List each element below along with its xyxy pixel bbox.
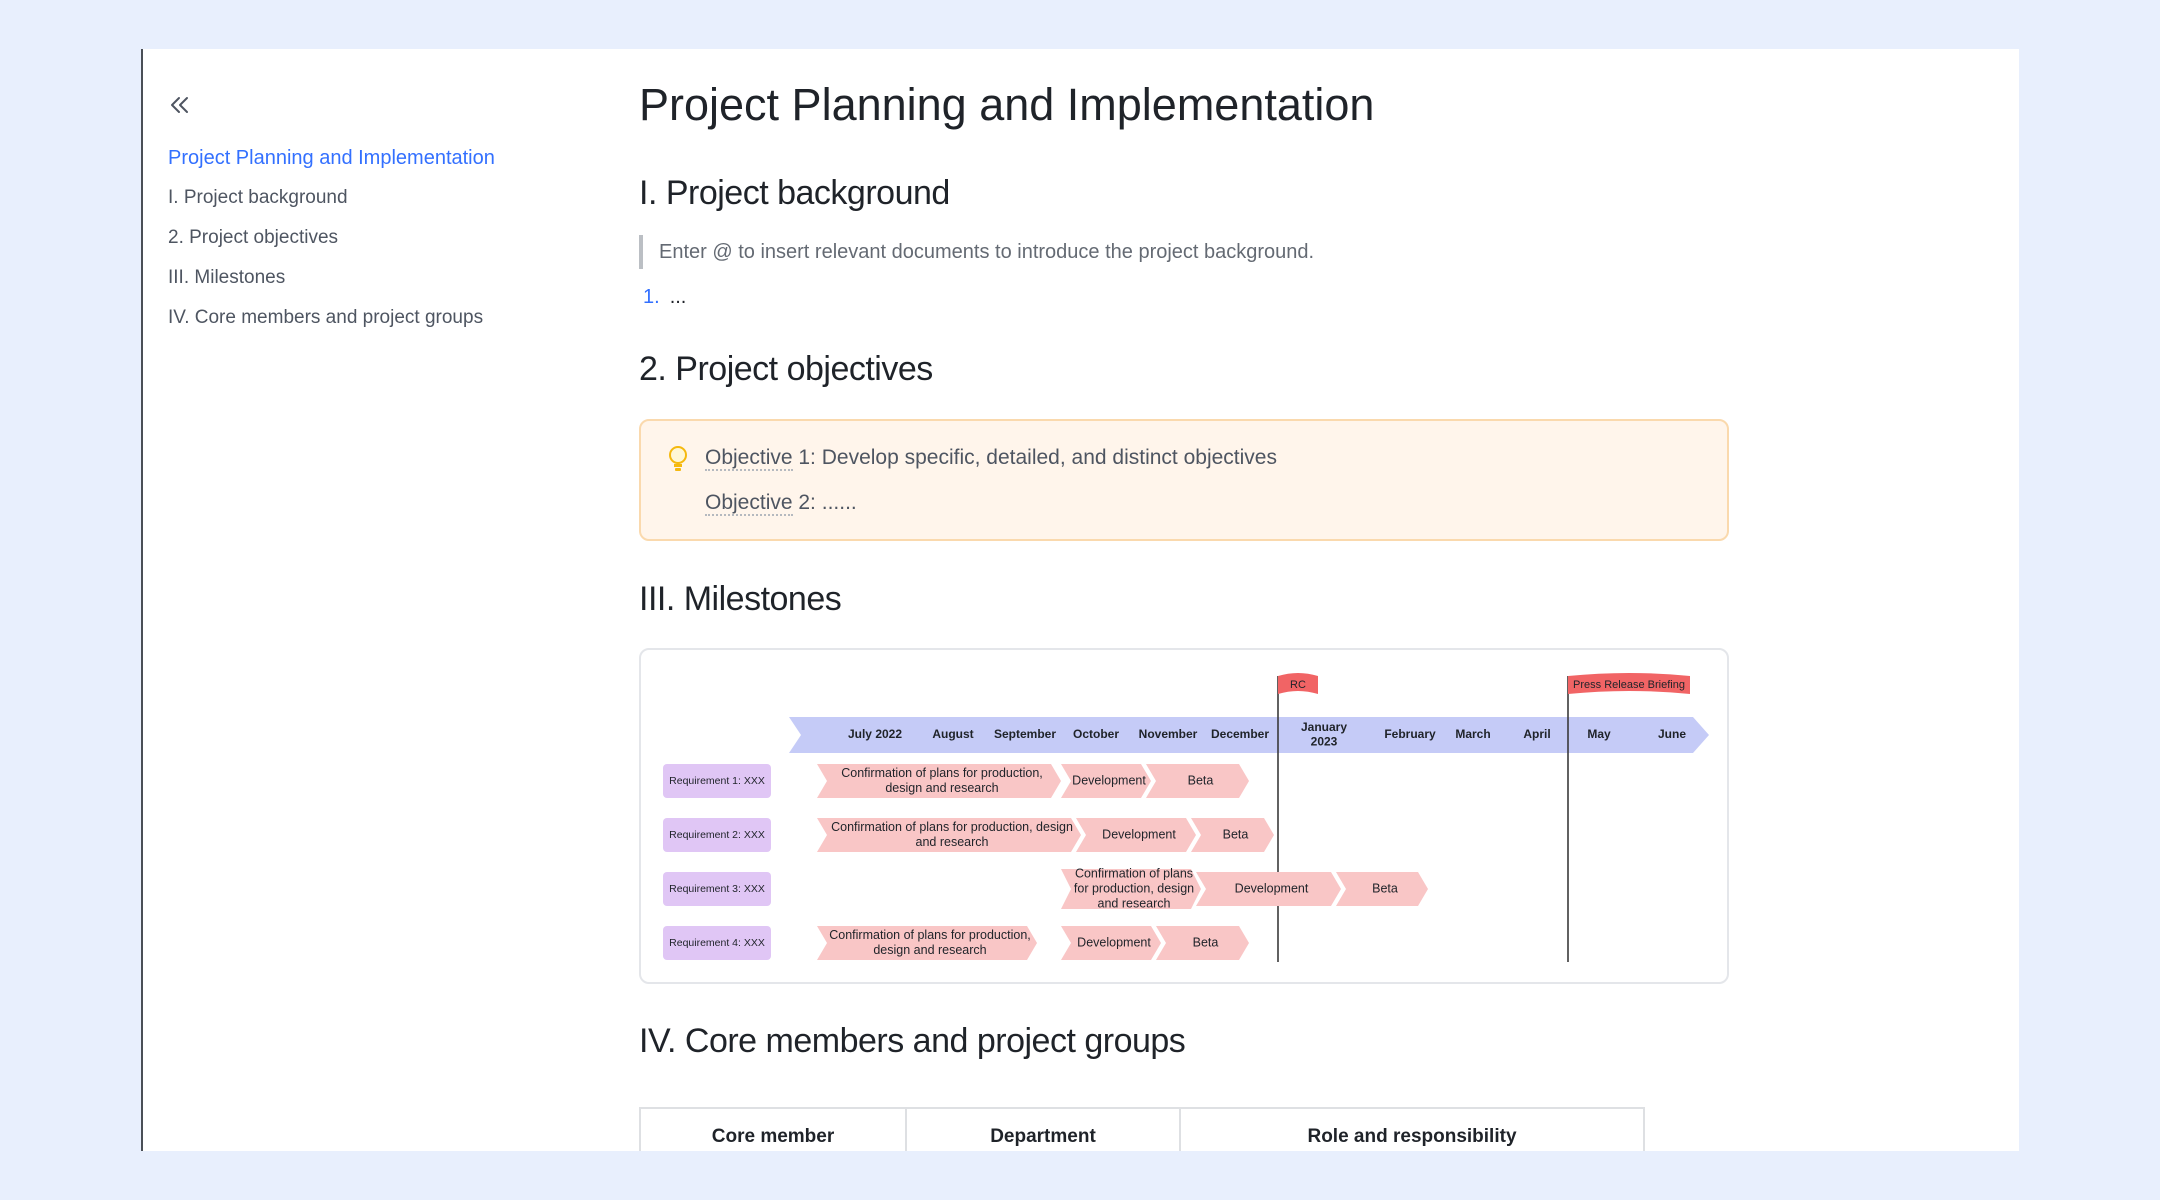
requirement-label: Requirement 1: XXX <box>669 775 765 787</box>
heading-core-members[interactable]: IV. Core members and project groups <box>639 1022 1186 1061</box>
objectives-callout[interactable]: Objective 1: Develop specific, detailed,… <box>639 419 1729 541</box>
core-members-table[interactable]: Core member Department Role and responsi… <box>639 1107 1645 1151</box>
column-department[interactable]: Department <box>905 1107 1181 1151</box>
table-header-row: Core member Department Role and responsi… <box>639 1107 1645 1151</box>
list-text: ... <box>669 286 687 308</box>
document-title[interactable]: Project Planning and Implementation <box>639 79 1374 131</box>
month-label: October <box>1073 727 1119 741</box>
month-label: June <box>1658 727 1686 741</box>
month-label: February <box>1384 727 1436 741</box>
column-core-member[interactable]: Core member <box>639 1107 907 1151</box>
requirement-label: Requirement 3: XXX <box>669 883 765 895</box>
heading-milestones[interactable]: III. Milestones <box>639 580 842 619</box>
toc-item-project-background[interactable]: I. Project background <box>168 178 588 218</box>
phase-label: Development <box>1235 881 1309 895</box>
column-role[interactable]: Role and responsibility <box>1179 1107 1645 1151</box>
heading-project-objectives[interactable]: 2. Project objectives <box>639 350 933 389</box>
phase-label: Beta <box>1193 935 1219 949</box>
collapse-sidebar-icon[interactable] <box>168 93 192 117</box>
objective-2[interactable]: Objective 2: ...... <box>705 491 857 516</box>
month-label: November <box>1139 727 1198 741</box>
table-of-contents: Project Planning and Implementation I. P… <box>168 93 588 338</box>
list-number: 1. <box>643 286 660 308</box>
requirement-label: Requirement 2: XXX <box>669 829 765 841</box>
gantt-svg: July 2022 August September October November D… <box>663 673 1709 962</box>
month-label: December <box>1211 727 1269 741</box>
milestone-label: RC <box>1290 679 1306 691</box>
ordered-list-item[interactable]: 1.... <box>643 280 686 314</box>
page-left-border <box>141 49 143 1151</box>
phase-label: Development <box>1077 935 1151 949</box>
lightbulb-icon <box>669 446 687 471</box>
month-label: July 2022 <box>848 727 902 741</box>
objective-1-text: 1: Develop specific, detailed, and disti… <box>792 446 1277 469</box>
toc-item-title[interactable]: Project Planning and Implementation <box>168 138 588 178</box>
toc-item-core-members[interactable]: IV. Core members and project groups <box>168 298 588 338</box>
phase-label: Development <box>1072 773 1146 787</box>
toc-item-project-objectives[interactable]: 2. Project objectives <box>168 218 588 258</box>
objective-2-keyword: Objective <box>705 491 793 516</box>
toc-item-milestones[interactable]: III. Milestones <box>168 258 588 298</box>
document-page: Project Planning and Implementation I. P… <box>141 49 2019 1151</box>
heading-project-background[interactable]: I. Project background <box>639 174 950 213</box>
milestone-label: Press Release Briefing <box>1573 679 1685 691</box>
milestones-gantt-chart[interactable]: July 2022 August September October November D… <box>639 648 1729 984</box>
phase-label: Beta <box>1372 881 1398 895</box>
month-label: March <box>1455 727 1490 741</box>
phase-label: Beta <box>1188 773 1214 787</box>
month-label: May <box>1587 727 1611 741</box>
objective-1-keyword: Objective <box>705 446 793 471</box>
month-label: April <box>1523 727 1550 741</box>
phase-label: Beta <box>1223 827 1249 841</box>
month-label: August <box>932 727 973 741</box>
month-label: September <box>994 727 1056 741</box>
objective-1[interactable]: Objective 1: Develop specific, detailed,… <box>705 446 1277 471</box>
background-quote[interactable]: Enter @ to insert relevant documents to … <box>639 235 1314 269</box>
requirement-label: Requirement 4: XXX <box>669 937 765 949</box>
phase-label: Development <box>1102 827 1176 841</box>
objective-2-text: 2: ...... <box>792 491 857 514</box>
